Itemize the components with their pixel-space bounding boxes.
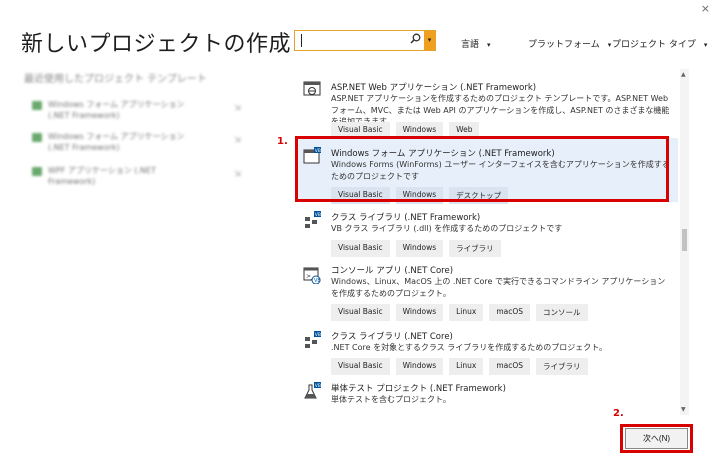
template-name: コンソール アプリ (.NET Core) (331, 266, 454, 276)
recent-template-label: Windows フォーム アプリケーション (.NET Framework) (48, 100, 185, 120)
project-type-filter-dropdown[interactable]: プロジェクト タイプ ▾ (612, 37, 707, 50)
tag: Visual Basic (331, 304, 390, 321)
template-name: クラス ライブラリ (.NET Framework) (331, 213, 481, 223)
tag: Windows (395, 187, 444, 204)
vb-form-icon: VB (303, 147, 321, 165)
tag: Web (449, 122, 480, 137)
scroll-down-icon[interactable]: ▼ (681, 406, 686, 413)
template-description: Windows Forms (WinForms) ユーザー インターフェイスを含… (331, 160, 670, 181)
tag: Visual Basic (331, 122, 390, 137)
svg-text:VB: VB (315, 332, 321, 338)
search-icon[interactable] (410, 33, 421, 47)
console-icon: >_ VB (303, 266, 321, 285)
scrollbar-thumb[interactable] (682, 229, 687, 251)
pin-icon[interactable]: ⇲ (234, 169, 241, 178)
tag: コンソール (536, 304, 588, 321)
tag: macOS (489, 304, 531, 321)
platform-filter-label: プラットフォーム (528, 40, 600, 50)
project-type-filter-label: プロジェクト タイプ (612, 40, 696, 50)
tag: Linux (449, 358, 484, 375)
project-icon (32, 133, 42, 142)
pin-icon[interactable]: ⇲ (234, 135, 241, 144)
tag: Windows (395, 358, 444, 375)
tag: Visual Basic (331, 358, 390, 375)
pin-icon[interactable]: ⇲ (234, 103, 241, 112)
language-filter-label: 言語 (461, 40, 480, 50)
close-icon[interactable]: × (701, 2, 710, 15)
recent-template-label: Windows フォーム アプリケーション (.NET Framework) (48, 132, 185, 152)
template-description: 単体テストを含むプロジェクト。 (331, 395, 451, 404)
template-item-aspnet[interactable]: ASP.NET Web アプリケーション (.NET Framework) AS… (295, 69, 678, 137)
template-description: Windows、Linux、MacOS 上の .NET Core で実行できるコ… (331, 277, 666, 298)
template-list-scrollbar[interactable]: ▲ ▼ (680, 69, 689, 415)
platform-filter-dropdown[interactable]: プラットフォーム ▾ (528, 37, 611, 50)
search-dropdown-button[interactable]: ▾ (424, 31, 435, 50)
chevron-down-icon: ▾ (703, 41, 708, 49)
web-globe-icon (303, 81, 321, 99)
step2-label: 2. (613, 408, 624, 419)
template-item-console-core[interactable]: >_ VB コンソール アプリ (.NET Core) Windows、Linux… (295, 262, 678, 324)
project-icon (32, 101, 42, 110)
template-list: ASP.NET Web アプリケーション (.NET Framework) AS… (295, 69, 690, 415)
svg-text:VB: VB (315, 148, 321, 154)
template-description: .NET Core を対象とするクラス ライブラリを作成するためのプロジェクト。 (331, 343, 608, 352)
svg-text:VB: VB (315, 383, 321, 389)
template-name: ASP.NET Web アプリケーション (.NET Framework) (331, 83, 537, 93)
template-name: Windows フォーム アプリケーション (.NET Framework) (331, 149, 555, 159)
template-tags: Visual Basic Windows デスクトップ (331, 187, 509, 204)
vb-library-icon: VB (303, 331, 321, 349)
tag: Visual Basic (331, 187, 390, 204)
svg-text:VB: VB (315, 212, 321, 218)
tag: Windows (395, 122, 444, 137)
vb-library-icon: VB (303, 211, 321, 229)
text-cursor (301, 34, 302, 47)
template-description: VB クラス ライブラリ (.dll) を作成するためのプロジェクトです (331, 224, 563, 233)
tag: ライブラリ (449, 240, 501, 257)
tag: ライブラリ (536, 358, 588, 375)
page-title: 新しいプロジェクトの作成 (21, 32, 292, 57)
template-name: 単体テスト プロジェクト (.NET Framework) (331, 384, 506, 394)
template-tags: Visual Basic Windows Web (331, 122, 480, 137)
chevron-down-icon: ▾ (487, 41, 491, 49)
chevron-down-icon: ▾ (607, 41, 612, 49)
template-tags: Visual Basic Windows ライブラリ (331, 240, 501, 257)
recent-templates-heading: 最近使用したプロジェクト テンプレート (24, 74, 207, 85)
svg-text:VB: VB (314, 278, 321, 284)
test-flask-icon: VB (303, 382, 321, 400)
scroll-up-icon[interactable]: ▲ (681, 71, 686, 78)
next-button[interactable]: 次へ(N) (625, 428, 688, 449)
tag: デスクトップ (449, 187, 509, 204)
template-name: クラス ライブラリ (.NET Core) (331, 332, 453, 342)
template-item-class-library-core[interactable]: VB クラス ライブラリ (.NET Core) .NET Core を対象とす… (295, 328, 678, 376)
tag: Linux (449, 304, 484, 321)
tag: Windows (395, 240, 444, 257)
template-item-winforms[interactable]: VB Windows フォーム アプリケーション (.NET Framework… (295, 138, 678, 204)
template-search-input[interactable]: ▾ (294, 30, 436, 51)
language-filter-dropdown[interactable]: 言語 ▾ (461, 37, 491, 50)
template-item-class-library-framework[interactable]: VB クラス ライブラリ (.NET Framework) VB クラス ライブ… (295, 208, 678, 258)
template-tags: Visual Basic Windows Linux macOS ライブラリ (331, 358, 588, 375)
project-icon (32, 167, 42, 176)
recent-template-label: WPF アプリケーション (.NET Framework) (48, 166, 156, 186)
template-tags: Visual Basic Windows Linux macOS コンソール (331, 304, 588, 321)
tag: Windows (395, 304, 444, 321)
tag: macOS (489, 358, 531, 375)
step1-label: 1. (277, 136, 288, 147)
tag: Visual Basic (331, 240, 390, 257)
